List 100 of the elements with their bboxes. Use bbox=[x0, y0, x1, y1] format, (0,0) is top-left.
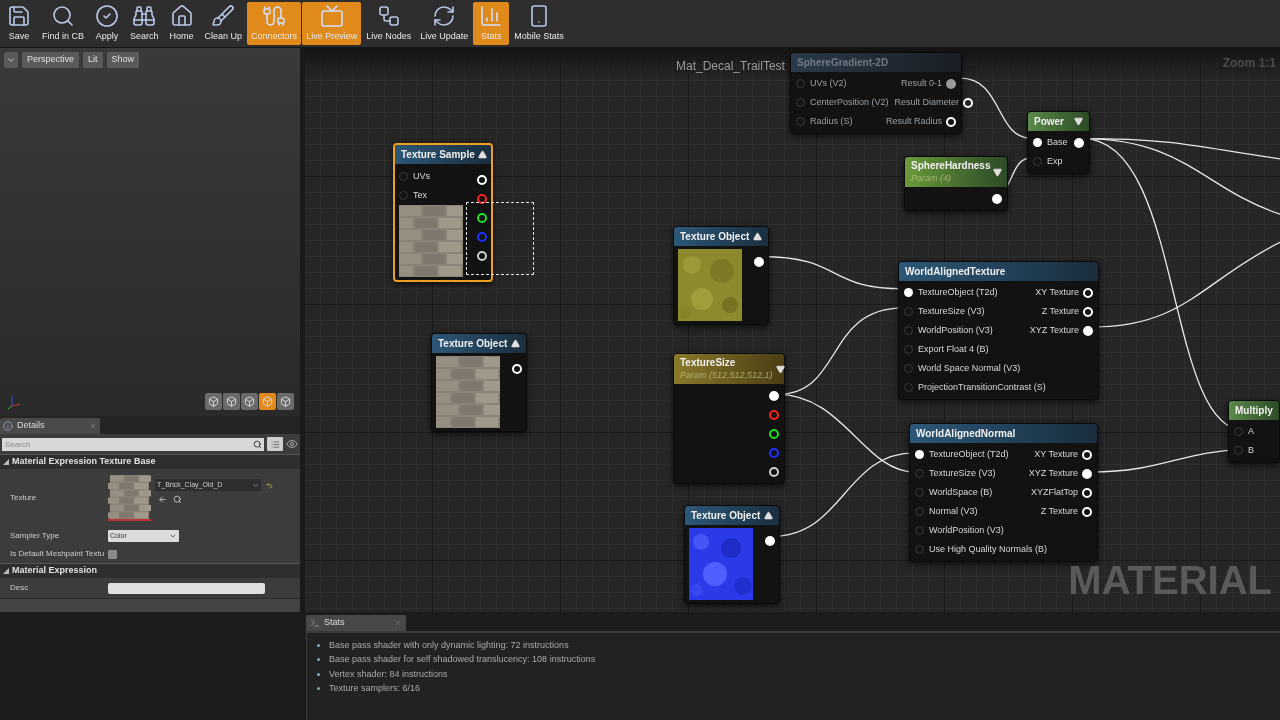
collapse-arrow-icon[interactable] bbox=[477, 150, 487, 159]
graph-canvas[interactable] bbox=[304, 48, 1280, 612]
graph-node[interactable]: Texture Object bbox=[431, 333, 527, 432]
input-pin[interactable] bbox=[915, 545, 924, 554]
stats-tab[interactable]: Stats bbox=[306, 615, 406, 631]
property-label: Texture bbox=[10, 492, 38, 504]
toolbar-button[interactable]: Find in CB bbox=[38, 2, 89, 45]
node-header[interactable]: WorldAlignedTexture bbox=[899, 262, 1098, 281]
input-pin[interactable] bbox=[915, 469, 924, 478]
preview-shape-button[interactable] bbox=[277, 393, 294, 410]
viewport-button[interactable]: Show bbox=[106, 52, 140, 68]
node-header[interactable]: Power bbox=[1028, 112, 1089, 131]
graph-node[interactable]: TextureSize Param (512,512,512,1) bbox=[673, 353, 785, 484]
desc-field[interactable] bbox=[108, 582, 265, 594]
node-header[interactable]: WorldAlignedNormal bbox=[910, 424, 1097, 443]
expander-icon[interactable] bbox=[3, 459, 9, 465]
toolbar-button[interactable]: Search bbox=[126, 2, 163, 45]
toolbar-button[interactable]: Clean Up bbox=[200, 2, 247, 45]
arrow-left-icon[interactable] bbox=[158, 495, 167, 504]
graph-node[interactable]: SphereHardness Param (4) bbox=[904, 156, 1008, 211]
preview-shape-button[interactable] bbox=[223, 393, 240, 410]
shape-icon bbox=[244, 396, 255, 407]
section-header[interactable]: Material Expression Texture Base bbox=[0, 454, 300, 469]
console-icon bbox=[310, 618, 320, 628]
expand-arrow-icon[interactable] bbox=[1074, 117, 1083, 126]
viewport-button[interactable]: Lit bbox=[83, 52, 103, 68]
input-pin[interactable] bbox=[796, 117, 805, 126]
toolbar-button[interactable]: Home bbox=[163, 2, 200, 45]
node-header[interactable]: Texture Object bbox=[674, 227, 768, 246]
input-pin[interactable] bbox=[1033, 138, 1042, 147]
input-pin[interactable] bbox=[915, 526, 924, 535]
graph-node[interactable]: WorldAlignedNormal TextureObject (T2d) XY Texture TextureSize (V3) XYZ Texture WorldSpace (B) XYZFlatTop Normal (V3) Z Texture WorldPosition (V3) Use High Quality Normals (B) bbox=[909, 423, 1098, 562]
graph-node[interactable]: Texture Sample UVs Tex bbox=[393, 143, 493, 282]
pin-label: Result Diameter bbox=[894, 95, 960, 109]
input-pin[interactable] bbox=[904, 288, 913, 297]
node-header[interactable]: Texture Object bbox=[432, 334, 526, 353]
input-pin[interactable] bbox=[904, 383, 913, 392]
pin-label: CenterPosition (V2) bbox=[810, 95, 889, 109]
input-pin[interactable] bbox=[904, 326, 913, 335]
expander-icon[interactable] bbox=[3, 568, 9, 574]
shape-icon bbox=[280, 396, 291, 407]
input-pin[interactable] bbox=[915, 450, 924, 459]
pin-label: WorldPosition (V3) bbox=[918, 323, 993, 337]
input-pin[interactable] bbox=[1033, 157, 1042, 166]
expand-arrow-icon[interactable] bbox=[993, 167, 1003, 177]
graph-node[interactable]: WorldAlignedTexture TextureObject (T2d) XY Texture TextureSize (V3) Z Texture WorldPosition (V3) XYZ Texture Export Float 4 (B) World Space Normal (V3) ProjectionTransitionContrast (S) bbox=[898, 261, 1099, 400]
output-pin[interactable] bbox=[769, 428, 779, 439]
eye-icon[interactable] bbox=[286, 438, 298, 450]
node-header[interactable]: Texture Sample bbox=[395, 145, 491, 164]
graph-node[interactable]: Texture Object bbox=[684, 505, 780, 604]
details-tab[interactable]: Details bbox=[0, 418, 100, 434]
collapse-arrow-icon[interactable] bbox=[753, 232, 762, 241]
reset-icon[interactable] bbox=[266, 481, 273, 489]
preview-shape-button[interactable] bbox=[205, 393, 222, 410]
bullet-icon bbox=[317, 672, 320, 676]
preview-shape-button[interactable] bbox=[241, 393, 258, 410]
input-pin[interactable] bbox=[1234, 446, 1243, 455]
node-header[interactable]: Texture Object bbox=[685, 506, 779, 525]
pin-label: XY Texture bbox=[1035, 285, 1079, 299]
toolbar-button[interactable]: Save bbox=[1, 2, 37, 45]
node-title: Texture Object bbox=[438, 337, 508, 350]
toolbar-button[interactable]: Mobile Stats bbox=[510, 2, 568, 45]
pin-label: Result Radius bbox=[885, 114, 942, 128]
toolbar-button[interactable]: Live Update bbox=[416, 2, 473, 45]
node-header[interactable]: SphereHardness Param (4) bbox=[905, 157, 1007, 187]
output-pin[interactable] bbox=[477, 212, 487, 223]
graph-node[interactable]: Power Base Exp bbox=[1027, 111, 1090, 174]
input-pin[interactable] bbox=[796, 79, 805, 88]
stats-line: Base pass shader for self shadowed translucency: 108 instructions bbox=[329, 653, 596, 666]
output-pin[interactable] bbox=[477, 193, 487, 204]
node-header[interactable]: Multiply bbox=[1229, 401, 1279, 420]
input-pin[interactable] bbox=[904, 345, 913, 354]
node-title: WorldAlignedTexture bbox=[905, 265, 1006, 278]
input-pin[interactable] bbox=[915, 507, 924, 516]
bullet-icon bbox=[317, 687, 320, 691]
input-pin[interactable] bbox=[904, 364, 913, 373]
section-header[interactable]: Material Expression bbox=[0, 563, 300, 578]
input-pin[interactable] bbox=[1234, 427, 1243, 436]
collapse-arrow-icon[interactable] bbox=[764, 511, 773, 520]
search-field[interactable]: Search bbox=[2, 437, 251, 451]
input-pin[interactable] bbox=[796, 98, 805, 107]
input-pin[interactable] bbox=[399, 172, 408, 181]
search-button[interactable] bbox=[251, 437, 264, 451]
node-header[interactable]: TextureSize Param (512,512,512,1) bbox=[674, 354, 784, 384]
checkbox[interactable] bbox=[108, 549, 117, 559]
input-pin[interactable] bbox=[915, 488, 924, 497]
toolbar-button[interactable]: Live Nodes bbox=[362, 2, 416, 45]
input-pin[interactable] bbox=[904, 307, 913, 316]
input-pin[interactable] bbox=[399, 191, 408, 200]
graph-node[interactable]: Texture Object bbox=[673, 226, 769, 325]
viewport-button[interactable]: Perspective bbox=[22, 52, 80, 68]
bullet-icon bbox=[317, 643, 320, 647]
viewport[interactable]: Perspective Lit Show bbox=[0, 48, 300, 416]
expand-arrow-icon[interactable] bbox=[775, 364, 785, 374]
output-pin[interactable] bbox=[946, 78, 956, 89]
toolbar-button[interactable]: Apply bbox=[89, 2, 126, 45]
collapse-arrow-icon[interactable] bbox=[511, 339, 520, 348]
graph-node[interactable]: Multiply A B bbox=[1228, 400, 1280, 463]
node-title: SphereHardness bbox=[911, 159, 991, 172]
search-icon[interactable] bbox=[173, 495, 182, 504]
